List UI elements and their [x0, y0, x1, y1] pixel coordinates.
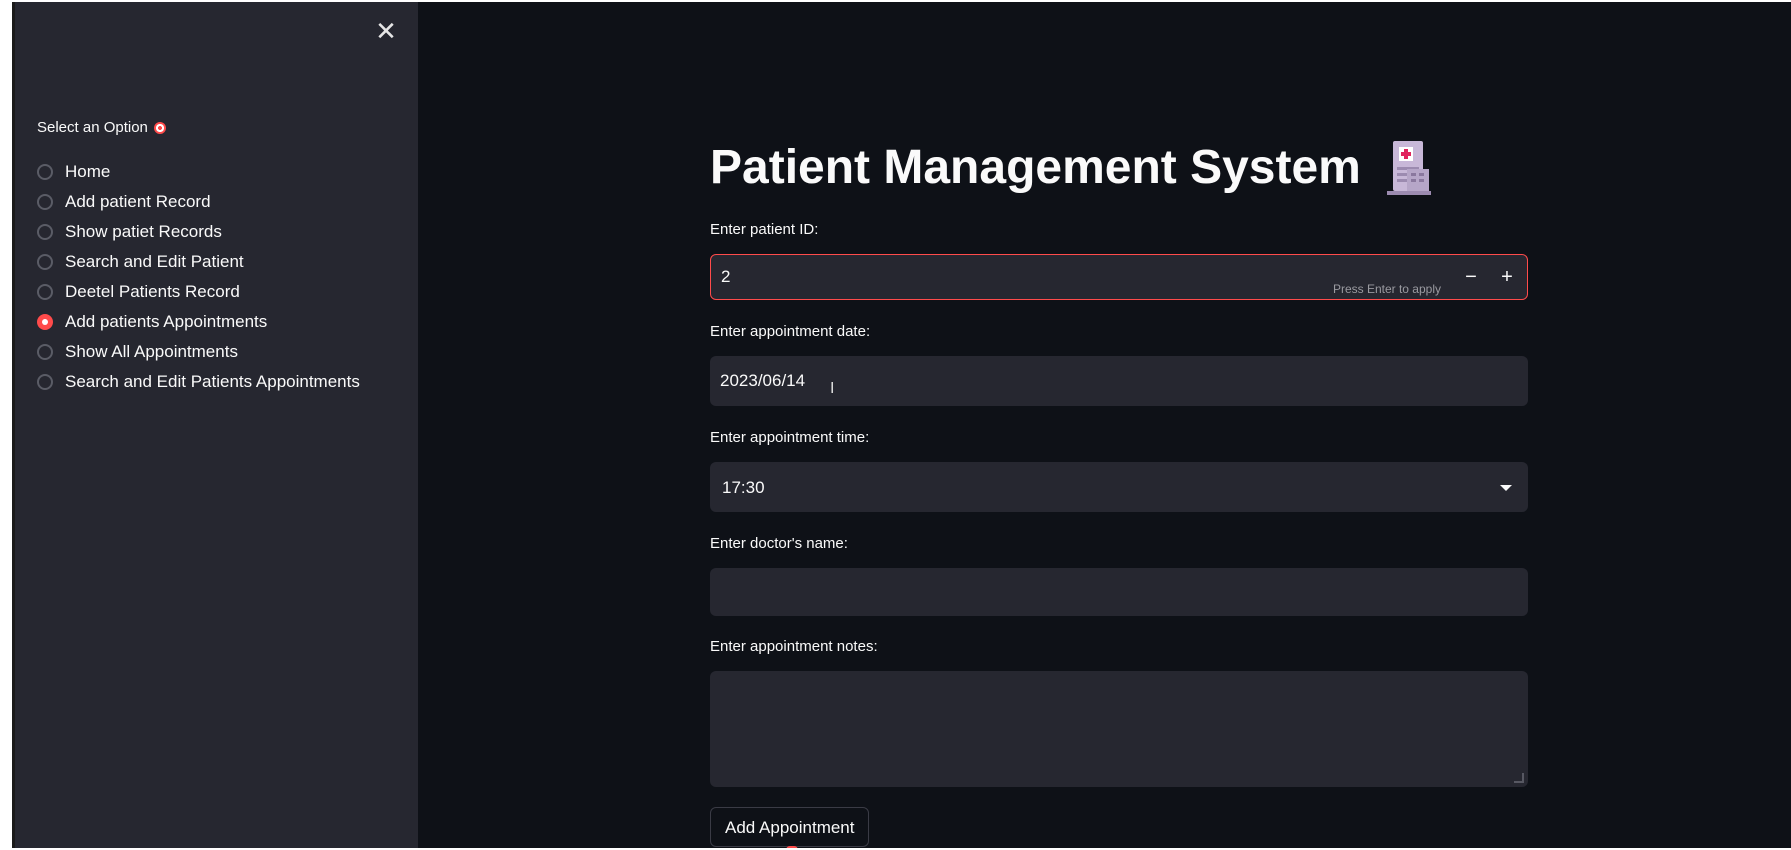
text-cursor-icon: I	[830, 380, 835, 397]
radio-label: Show patiet Records	[65, 222, 222, 241]
radio-option-show-patient-records[interactable]: Show patiet Records	[37, 217, 360, 247]
radio-circle[interactable]	[37, 164, 53, 180]
hospital-icon	[1386, 140, 1431, 195]
doctor-name-input[interactable]	[710, 568, 1528, 616]
appointment-date-input[interactable]: 2023/06/14 I	[710, 356, 1528, 406]
page-title-text: Patient Management System	[710, 141, 1361, 194]
radio-circle[interactable]	[37, 194, 53, 210]
radio-option-show-all-appointments[interactable]: Show All Appointments	[37, 337, 360, 367]
app-window: ✕ Select an Option Home Add patient Reco…	[12, 2, 1791, 848]
date-label: Enter appointment date:	[710, 323, 871, 340]
radio-label: Search and Edit Patient	[65, 252, 244, 271]
radio-circle-selected[interactable]	[37, 314, 53, 330]
decrement-button[interactable]: −	[1453, 255, 1489, 299]
radio-option-add-appointments[interactable]: Add patients Appointments	[37, 307, 360, 337]
notes-label: Enter appointment notes:	[710, 638, 878, 655]
press-enter-hint: Press Enter to apply	[1332, 282, 1441, 296]
radio-label: Add patients Appointments	[65, 312, 268, 331]
resize-handle-icon[interactable]	[1514, 773, 1524, 783]
radio-option-home[interactable]: Home	[37, 157, 360, 187]
patient-id-label: Enter patient ID:	[710, 221, 819, 238]
patient-id-input[interactable]: 2 Press Enter to apply − +	[710, 254, 1528, 300]
appointment-notes-textarea[interactable]	[710, 671, 1528, 787]
radio-circle[interactable]	[37, 254, 53, 270]
appointment-time-select[interactable]: 17:30	[710, 462, 1528, 512]
option-radio-group: Home Add patient Record Show patiet Reco…	[37, 157, 360, 397]
time-value: 17:30	[722, 478, 765, 497]
radio-option-search-edit-appointments[interactable]: Search and Edit Patients Appointments	[37, 367, 360, 397]
add-appointment-button[interactable]: Add Appointment	[710, 807, 870, 847]
chevron-down-icon[interactable]	[1500, 485, 1512, 491]
radio-label: Show All Appointments	[65, 342, 238, 361]
radio-label: Add patient Record	[65, 192, 211, 211]
sidebar: ✕ Select an Option Home Add patient Reco…	[15, 2, 418, 848]
time-label: Enter appointment time:	[710, 429, 870, 446]
radio-label: Deetel Patients Record	[65, 282, 240, 301]
close-icon[interactable]: ✕	[373, 18, 399, 44]
sidebar-label-text: Select an Option	[37, 119, 148, 136]
radio-circle[interactable]	[37, 224, 53, 240]
date-value: 2023/06/14	[720, 371, 806, 390]
patient-id-value: 2	[721, 267, 731, 286]
status-indicator	[786, 846, 798, 848]
radio-label: Home	[65, 162, 111, 181]
radio-circle[interactable]	[37, 344, 53, 360]
radio-label: Search and Edit Patients Appointments	[65, 372, 360, 391]
radio-option-add-patient-record[interactable]: Add patient Record	[37, 187, 360, 217]
target-icon	[153, 121, 166, 134]
radio-option-search-edit-patient[interactable]: Search and Edit Patient	[37, 247, 360, 277]
radio-option-delete-patients-record[interactable]: Deetel Patients Record	[37, 277, 360, 307]
page-title: Patient Management System	[710, 140, 1431, 195]
radio-circle[interactable]	[37, 284, 53, 300]
doctor-label: Enter doctor's name:	[710, 535, 848, 552]
radio-circle[interactable]	[37, 374, 53, 390]
increment-button[interactable]: +	[1489, 255, 1525, 299]
sidebar-label: Select an Option	[37, 119, 166, 136]
